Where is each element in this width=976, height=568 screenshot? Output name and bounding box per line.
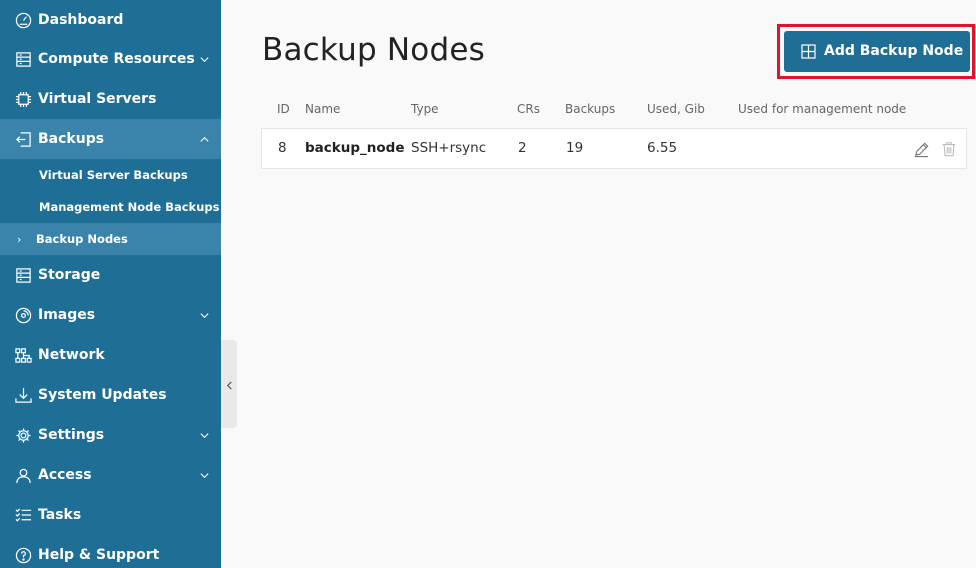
- add-backup-node-button[interactable]: Add Backup Node: [784, 31, 970, 72]
- sidebar-item-backups[interactable]: Backups: [0, 119, 221, 159]
- sidebar-subitem-label: Management Node Backups: [39, 200, 220, 214]
- column-header-used-gib: Used, Gib: [647, 102, 705, 116]
- cell-name[interactable]: backup_node: [305, 140, 404, 156]
- column-header-id: ID: [277, 102, 290, 116]
- add-grid-icon: [801, 44, 816, 59]
- help-icon: [14, 546, 32, 564]
- column-header-used-for-management-node: Used for management node: [738, 102, 907, 116]
- sidebar-item-label: Access: [38, 467, 92, 483]
- chevron-up-icon: [198, 133, 210, 145]
- edit-icon[interactable]: [912, 140, 930, 158]
- sidebar-item-system-updates[interactable]: System Updates: [0, 375, 221, 415]
- sidebar-collapse-handle[interactable]: [221, 340, 237, 428]
- sidebar-item-label: Backups: [38, 131, 105, 147]
- sidebar-item-label: Storage: [38, 267, 101, 283]
- column-header-backups: Backups: [565, 102, 616, 116]
- sidebar-item-dashboard[interactable]: Dashboard: [0, 0, 221, 40]
- sidebar-item-label: Settings: [38, 427, 105, 443]
- tasks-icon: [14, 506, 32, 524]
- sidebar-item-images[interactable]: Images: [0, 295, 221, 335]
- page-title: Backup Nodes: [262, 32, 485, 68]
- sidebar-item-settings[interactable]: Settings: [0, 415, 221, 455]
- sidebar-item-label: Images: [38, 307, 96, 323]
- chevron-down-icon: [198, 309, 210, 321]
- sidebar-subitem-management-node-backups[interactable]: Management Node Backups: [0, 191, 221, 223]
- cell-id: 8: [278, 140, 287, 156]
- user-icon: [14, 466, 32, 484]
- cell-type: SSH+rsync: [411, 140, 487, 156]
- sidebar-item-label: Dashboard: [38, 12, 124, 28]
- gear-icon: [14, 426, 32, 444]
- cell-backups: 19: [566, 140, 584, 156]
- sidebar-item-label: Tasks: [38, 507, 82, 523]
- sidebar-item-label: System Updates: [38, 387, 167, 403]
- sidebar-subitem-label: Virtual Server Backups: [39, 168, 188, 182]
- trash-icon[interactable]: [940, 140, 958, 158]
- add-button-label: Add Backup Node: [824, 43, 964, 59]
- chevron-left-icon: [225, 375, 234, 394]
- chevron-down-icon: [198, 469, 210, 481]
- chevron-right-icon: ›: [17, 232, 22, 246]
- sidebar: Dashboard Compute Resources Virtual Serv…: [0, 0, 221, 568]
- sidebar-item-label: Network: [38, 347, 105, 363]
- chevron-down-icon: [198, 429, 210, 441]
- sidebar-item-label: Compute Resources: [38, 51, 195, 67]
- download-icon: [14, 386, 32, 404]
- cell-used-gib: 6.55: [647, 140, 678, 156]
- virtual-servers-icon: [14, 90, 32, 108]
- sidebar-item-access[interactable]: Access: [0, 455, 221, 495]
- sidebar-item-storage[interactable]: Storage: [0, 255, 221, 295]
- column-header-name: Name: [305, 102, 341, 116]
- sidebar-item-network[interactable]: Network: [0, 335, 221, 375]
- sidebar-item-tasks[interactable]: Tasks: [0, 495, 221, 535]
- backups-icon: [14, 130, 32, 148]
- column-header-crs: CRs: [517, 102, 540, 116]
- cell-crs: 2: [518, 140, 527, 156]
- sidebar-item-compute-resources[interactable]: Compute Resources: [0, 39, 221, 79]
- compute-icon: [14, 50, 32, 68]
- images-icon: [14, 306, 32, 324]
- column-header-type: Type: [411, 102, 439, 116]
- sidebar-subitem-virtual-server-backups[interactable]: Virtual Server Backups: [0, 159, 221, 191]
- dashboard-icon: [14, 11, 32, 29]
- sidebar-item-label: Help & Support: [38, 547, 160, 563]
- storage-icon: [14, 266, 32, 284]
- sidebar-subitem-label: Backup Nodes: [36, 232, 128, 246]
- chevron-down-icon: [198, 53, 210, 65]
- network-icon: [14, 346, 32, 364]
- sidebar-item-label: Virtual Servers: [38, 91, 157, 107]
- sidebar-item-virtual-servers[interactable]: Virtual Servers: [0, 79, 221, 119]
- sidebar-subitem-backup-nodes[interactable]: › Backup Nodes: [0, 223, 221, 255]
- sidebar-item-help-support[interactable]: Help & Support: [0, 535, 221, 568]
